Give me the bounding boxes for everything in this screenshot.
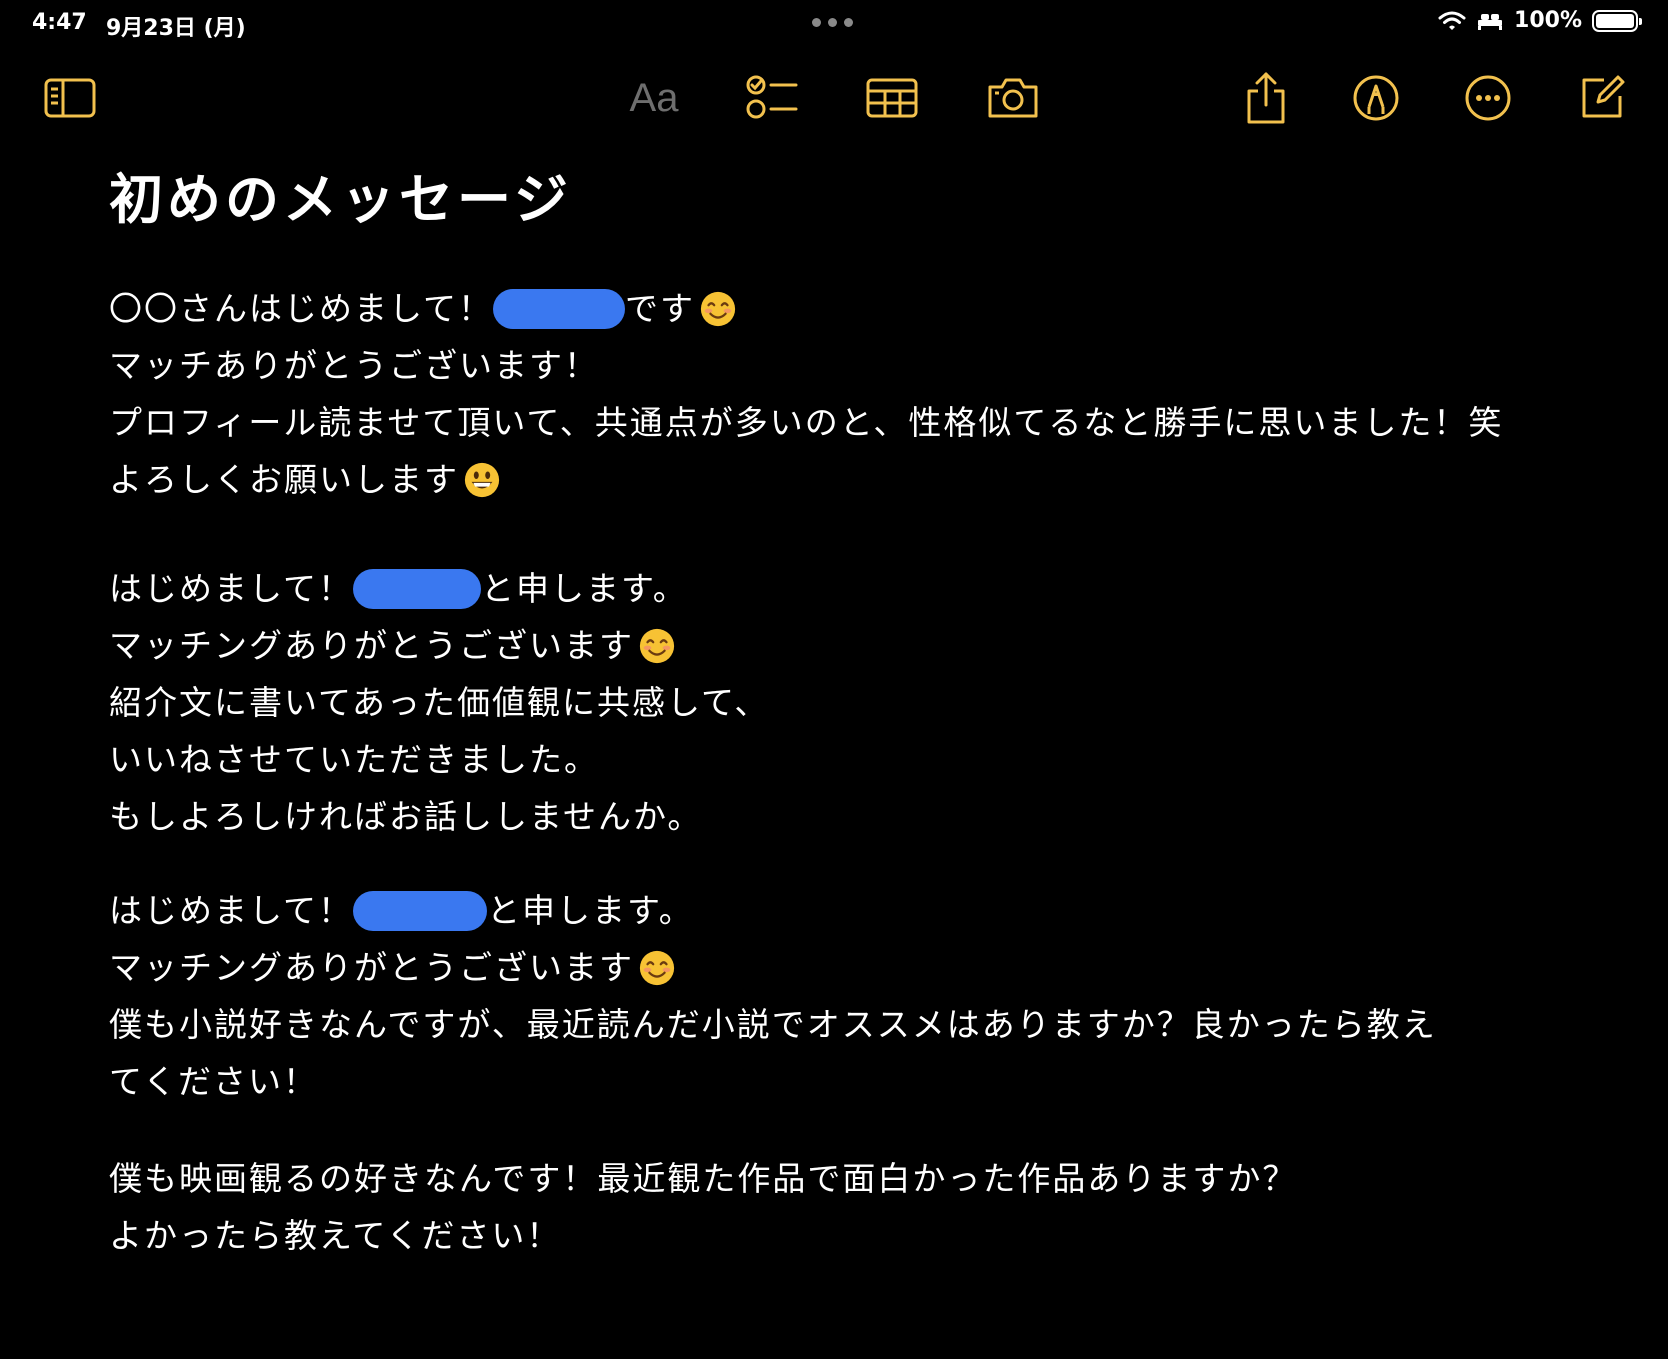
- line-text-after: と申します。: [487, 891, 694, 930]
- note-line[interactable]: 僕も小説好きなんですが、最近読んだ小説でオススメはありますか？良かったら教え: [109, 996, 1437, 1053]
- format-icon: Aa: [629, 75, 679, 120]
- note-line[interactable]: もしよろしければお話ししませんか。: [109, 788, 769, 845]
- note-line[interactable]: プロフィール読ませて頂いて、共通点が多いのと、性格似てるなと勝手に思いました！笑: [109, 394, 1503, 451]
- line-text: 紹介文に書いてあった価値観に共感して、: [109, 683, 770, 722]
- battery-percent: 100%: [1514, 8, 1582, 33]
- table-button[interactable]: [862, 68, 922, 128]
- redaction-mark: [493, 288, 626, 329]
- redaction-mark: [353, 890, 488, 931]
- line-text: いいねさせていただきました。: [109, 740, 599, 779]
- note-line[interactable]: 僕も映画観るの好きなんです！最近観た作品で面白かった作品ありますか？: [109, 1150, 1297, 1207]
- note-body[interactable]: 初めのメッセージ 〇〇さんはじめまして！ です マッチありがとうございます！ プロフィ…: [109, 160, 1608, 1255]
- note-line[interactable]: はじめまして！ と申します。: [109, 560, 769, 617]
- note-line[interactable]: よろしくお願いします: [109, 451, 1503, 508]
- status-time: 4:47: [32, 10, 87, 35]
- more-button[interactable]: [1458, 68, 1518, 128]
- note-line[interactable]: いいねさせていただきました。: [109, 731, 769, 788]
- format-button[interactable]: Aa: [624, 68, 684, 128]
- share-button[interactable]: [1236, 68, 1296, 128]
- note-line[interactable]: てください！: [109, 1053, 1437, 1110]
- sidebar-icon: [44, 78, 96, 118]
- checklist-button[interactable]: [742, 68, 802, 128]
- line-text-after: です: [625, 289, 696, 328]
- smiling-face-emoji-icon: [639, 628, 675, 663]
- smiling-face-emoji-icon: [700, 291, 736, 326]
- line-text: もしよろしければお話ししませんか。: [109, 797, 703, 836]
- note-line[interactable]: よかったら教えてください！: [109, 1207, 1297, 1264]
- note-line[interactable]: マッチングありがとうございます: [109, 939, 1437, 996]
- note-line[interactable]: はじめまして！ と申します。: [109, 882, 1437, 939]
- line-text: てください！: [109, 1062, 319, 1101]
- grinning-face-emoji-icon: [464, 462, 500, 497]
- note-title[interactable]: 初めのメッセージ: [109, 160, 1608, 240]
- line-text: マッチングありがとうございます: [109, 626, 634, 665]
- table-icon: [866, 78, 918, 118]
- line-text-before: 〇〇さんはじめまして！: [109, 289, 494, 328]
- share-icon: [1247, 72, 1285, 124]
- line-text: 僕も小説好きなんですが、最近読んだ小説でオススメはありますか？良かったら教え: [109, 1005, 1437, 1044]
- checklist-icon: [746, 75, 798, 119]
- sidebar-button[interactable]: [40, 68, 100, 128]
- line-text: よろしくお願いします: [109, 460, 459, 499]
- camera-icon: [988, 78, 1038, 118]
- line-text: マッチありがとうございます！: [109, 346, 599, 385]
- line-text: 僕も映画観るの好きなんです！最近観た作品で面白かった作品ありますか？: [109, 1159, 1298, 1198]
- status-indicators: 100%: [1438, 8, 1642, 33]
- status-bar: 4:47 9月23日 (月) 100%: [0, 0, 1668, 48]
- line-text: マッチングありがとうございます: [109, 948, 634, 987]
- note-paragraph[interactable]: 僕も映画観るの好きなんです！最近観た作品で面白かった作品ありますか？ よかったら教…: [109, 1150, 1297, 1264]
- note-paragraph[interactable]: 〇〇さんはじめまして！ です マッチありがとうございます！ プロフィール読ませて頂いて…: [109, 280, 1503, 508]
- smiling-face-emoji-icon: [639, 950, 675, 985]
- compose-button[interactable]: [1572, 68, 1632, 128]
- multitasking-dots-icon[interactable]: [812, 18, 853, 27]
- line-text: よかったら教えてください！: [109, 1216, 562, 1255]
- redaction-mark: [353, 568, 482, 609]
- more-icon: [1465, 75, 1511, 121]
- note-line[interactable]: マッチありがとうございます！: [109, 337, 1503, 394]
- note-line[interactable]: マッチングありがとうございます: [109, 617, 769, 674]
- note-paragraph[interactable]: はじめまして！ と申します。マッチングありがとうございます紹介文に書いてあった価値…: [109, 560, 769, 845]
- sleep-focus-icon: [1478, 13, 1503, 30]
- compose-icon: [1582, 75, 1625, 118]
- line-text-before: はじめまして！: [109, 569, 354, 608]
- note-paragraph[interactable]: はじめまして！ と申します。マッチングありがとうございます僕も小説好きなんですが、…: [109, 882, 1437, 1110]
- line-text: プロフィール読ませて頂いて、共通点が多いのと、性格似てるなと勝手に思いました！笑: [109, 403, 1504, 442]
- camera-button[interactable]: [983, 68, 1043, 128]
- note-line[interactable]: 紹介文に書いてあった価値観に共感して、: [109, 674, 769, 731]
- line-text-before: はじめまして！: [109, 891, 354, 930]
- wifi-icon: [1438, 11, 1466, 30]
- note-line[interactable]: 〇〇さんはじめまして！ です: [109, 280, 1503, 337]
- battery-icon: [1592, 9, 1642, 32]
- markup-icon: [1353, 75, 1399, 121]
- markup-button[interactable]: [1346, 68, 1406, 128]
- line-text-after: と申します。: [481, 569, 688, 608]
- status-date: 9月23日 (月): [106, 16, 246, 41]
